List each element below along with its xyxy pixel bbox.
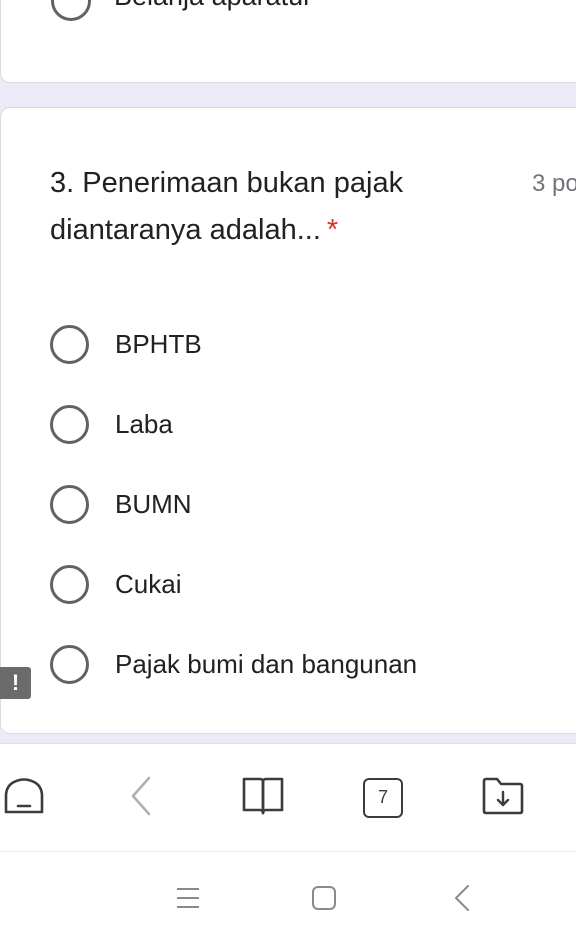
option-pajak-bumi-dan-bangunan[interactable]: Pajak bumi dan bangunan: [50, 624, 417, 704]
reader-button[interactable]: [238, 744, 288, 852]
option-label: Laba: [115, 408, 173, 439]
chevron-left-icon: [127, 774, 157, 823]
system-home-button[interactable]: [300, 852, 348, 948]
back-button[interactable]: [118, 744, 166, 852]
download-folder-icon: [480, 775, 526, 822]
option-label: Pajak bumi dan bangunan: [115, 648, 418, 679]
open-book-icon: [240, 775, 286, 822]
recent-apps-button[interactable]: [164, 852, 212, 948]
system-navigation-bar: [0, 851, 576, 948]
option-label: BUMN: [115, 488, 192, 519]
option-laba[interactable]: Laba: [50, 384, 417, 464]
question-title: 3. Penerimaan bukan pajak diantaranya ad…: [50, 160, 470, 254]
option-bphtb[interactable]: BPHTB: [50, 304, 417, 384]
option-label: BPHTB: [115, 328, 202, 359]
system-back-button[interactable]: [438, 852, 486, 948]
browser-toolbar: 7: [0, 743, 576, 852]
option-bumn[interactable]: BUMN: [50, 464, 417, 544]
question-text: 3. Penerimaan bukan pajak diantaranya ad…: [50, 167, 404, 246]
radio-button[interactable]: [51, 0, 91, 21]
radio-button[interactable]: [50, 564, 89, 604]
recent-apps-icon: [175, 886, 201, 915]
home-button[interactable]: [0, 744, 48, 852]
option-label: Belanja aparatur: [114, 0, 312, 11]
question-card: 3. Penerimaan bukan pajak diantaranya ad…: [0, 107, 576, 734]
required-asterisk: *: [326, 214, 339, 246]
previous-question-card: Belanja aparatur: [0, 0, 576, 83]
question-points: 3 poin: [532, 170, 576, 197]
home-icon: [2, 774, 46, 823]
options-list: BPHTB Laba BUMN Cukai Pajak bumi dan ban…: [50, 304, 417, 704]
radio-button[interactable]: [50, 324, 89, 364]
option-label: Cukai: [115, 568, 182, 599]
back-chevron-icon: [452, 883, 472, 918]
option-cukai[interactable]: Cukai: [50, 544, 417, 624]
downloads-button[interactable]: [478, 744, 528, 852]
tabs-count: 7: [363, 778, 403, 818]
radio-button[interactable]: [50, 484, 89, 524]
radio-button[interactable]: [50, 644, 89, 684]
radio-button[interactable]: [50, 404, 89, 444]
home-square-icon: [310, 884, 338, 917]
tabs-button[interactable]: 7: [358, 744, 408, 852]
feedback-tab[interactable]: !: [0, 667, 31, 699]
